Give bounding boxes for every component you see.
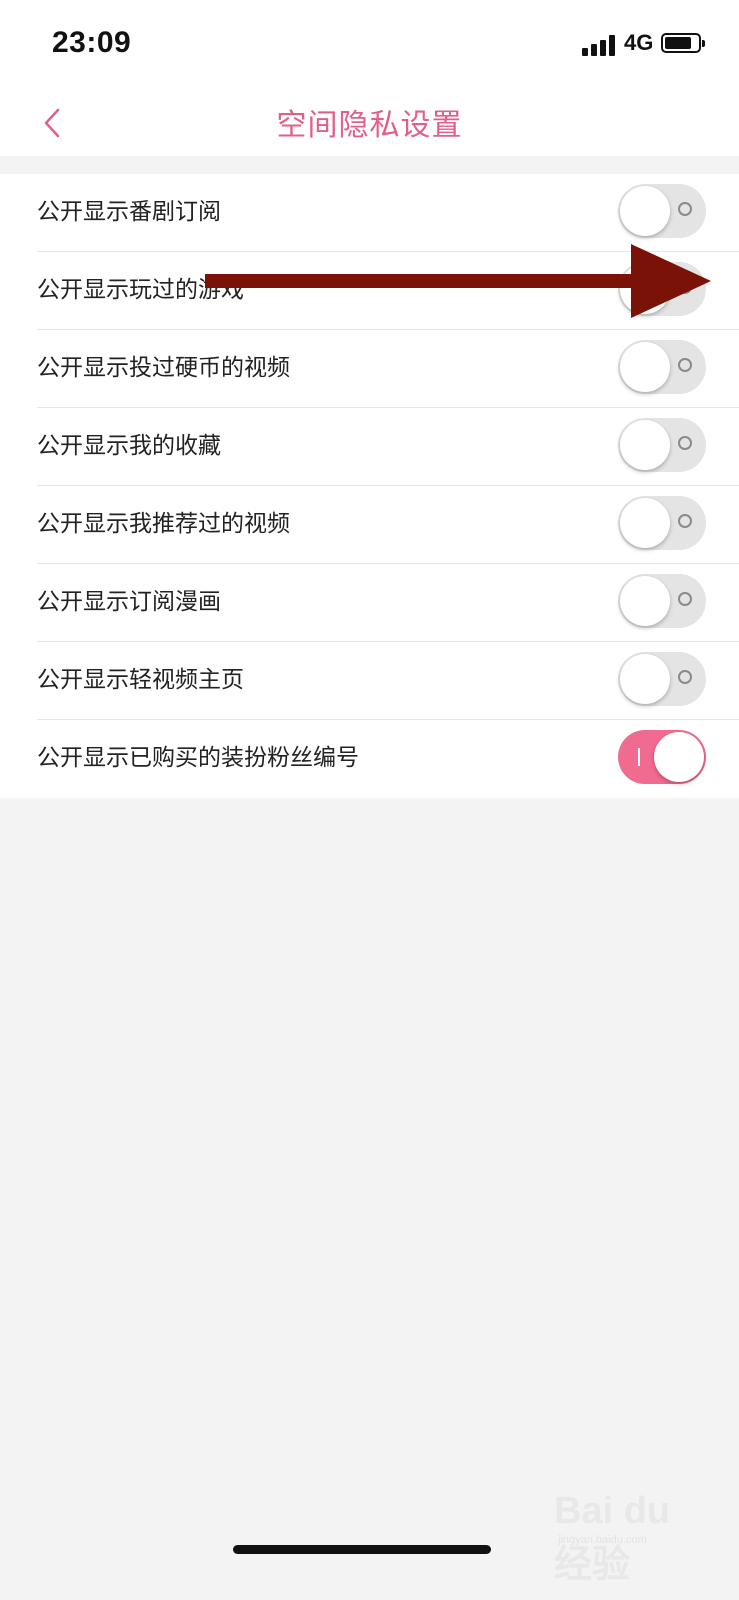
off-mark-icon [678,436,692,450]
network-type: 4G [624,30,654,55]
toggle-knob [620,498,670,548]
setting-row: 公开显示订阅漫画 [0,564,739,642]
battery-icon [661,33,705,53]
setting-label: 公开显示番剧订阅 [37,199,221,225]
toggle-switch[interactable] [618,340,706,394]
toggle-switch[interactable] [618,184,706,238]
setting-label: 公开显示我的收藏 [37,433,221,459]
page-title: 空间隐私设置 [276,108,463,143]
watermark-url: jingyan.baidu.com [558,1534,647,1546]
toggle-knob [620,576,670,626]
toggle-switch[interactable] [618,574,706,628]
off-mark-icon [678,592,692,606]
signal-icon [582,34,618,56]
off-mark-icon [678,514,692,528]
setting-label: 公开显示轻视频主页 [37,667,244,693]
arrow-right-icon [205,244,711,318]
watermark: Bai du 经验 jingyan.baidu.com [548,1486,698,1586]
setting-label: 公开显示订阅漫画 [37,589,221,615]
setting-row: 公开显示我推荐过的视频 [0,486,739,564]
on-mark-icon [638,748,640,766]
toggle-knob [654,732,704,782]
status-time: 23:09 [52,26,132,59]
off-mark-icon [678,670,692,684]
setting-label: 公开显示我推荐过的视频 [37,511,290,537]
toggle-switch[interactable] [618,652,706,706]
setting-row: 公开显示投过硬币的视频 [0,330,739,408]
home-indicator[interactable] [233,1545,491,1554]
setting-label: 公开显示投过硬币的视频 [37,355,290,381]
status-bar: 23:09 4G [0,0,739,90]
setting-row: 公开显示我的收藏 [0,408,739,486]
off-mark-icon [678,202,692,216]
setting-label: 公开显示已购买的装扮粉丝编号 [37,745,359,771]
toggle-knob [620,186,670,236]
off-mark-icon [678,358,692,372]
toggle-knob [620,654,670,704]
toggle-knob [620,420,670,470]
setting-row: 公开显示轻视频主页 [0,642,739,720]
toggle-switch[interactable] [618,418,706,472]
toggle-switch[interactable] [618,496,706,550]
toggle-switch[interactable] [618,730,706,784]
nav-bar: 空间隐私设置 [0,90,739,156]
setting-row: 公开显示已购买的装扮粉丝编号 [0,720,739,798]
setting-row: 公开显示番剧订阅 [0,174,739,252]
toggle-knob [620,342,670,392]
